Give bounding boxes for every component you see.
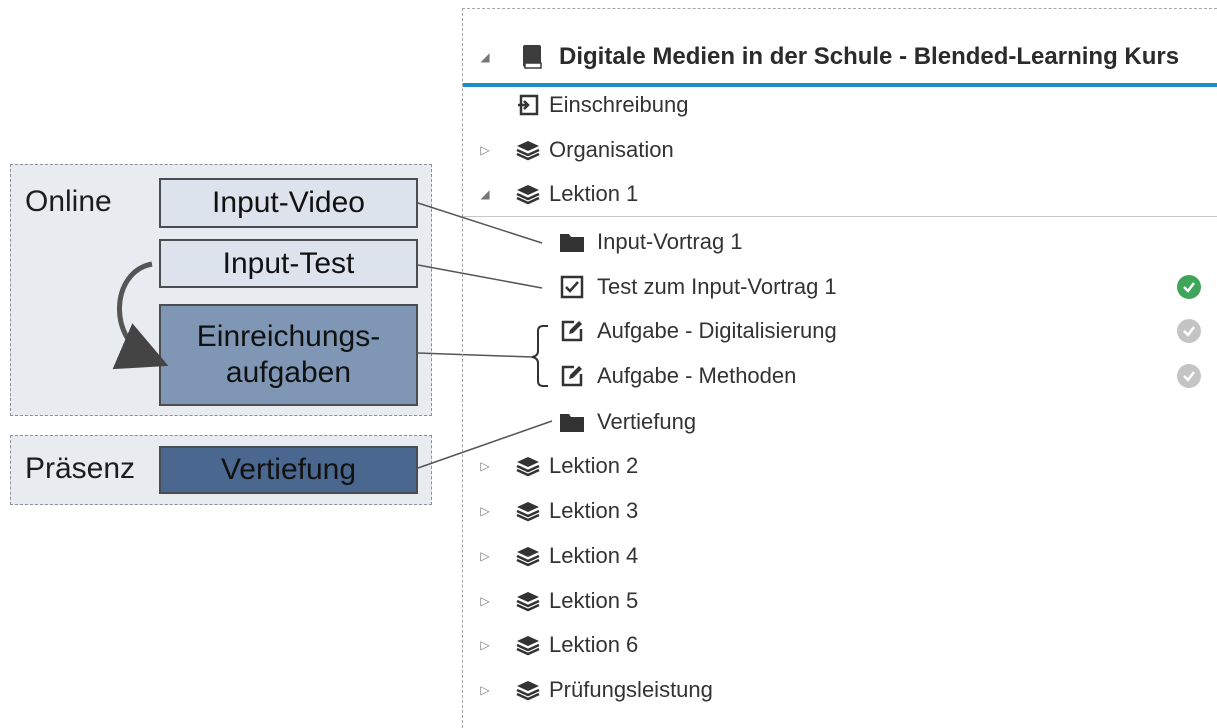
expand-triangle-icon[interactable]: ▷ xyxy=(478,143,492,157)
tree-item-label: Lektion 3 xyxy=(549,498,639,523)
layers-icon xyxy=(515,632,541,658)
tree-item-label: Lektion 1 xyxy=(549,181,639,206)
section-divider xyxy=(463,216,1217,217)
edit-icon xyxy=(559,318,585,344)
tree-item-lektion-3[interactable]: ▷ Lektion 3 xyxy=(463,491,1203,531)
tree-item-label: Vertiefung xyxy=(597,409,697,434)
status-open-icon xyxy=(1177,364,1201,388)
tree-item-aufgabe-methoden[interactable]: Aufgabe - Methoden xyxy=(463,356,1203,396)
tree-item-label: Einschreibung xyxy=(549,92,689,117)
tree-item-aufgabe-digitalisierung[interactable]: Aufgabe - Digitalisierung xyxy=(463,311,1203,351)
einreichung-line-1: Einreichungs- xyxy=(196,320,381,353)
expand-triangle-icon[interactable]: ▷ xyxy=(478,549,492,563)
tree-item-lektion-6[interactable]: ▷ Lektion 6 xyxy=(463,625,1203,665)
tree-item-lektion-1[interactable]: ◢ Lektion 1 xyxy=(463,174,1203,214)
tree-item-lektion-5[interactable]: ▷ Lektion 5 xyxy=(463,581,1203,621)
tree-item-organisation[interactable]: ▷ Organisation xyxy=(463,130,1203,170)
einreichung-line-2: aufgaben xyxy=(225,356,352,389)
book-icon xyxy=(519,44,545,70)
online-label: Online xyxy=(25,185,112,218)
input-video-box: Input-Video xyxy=(159,178,418,228)
praesenz-label: Präsenz xyxy=(25,452,136,485)
layers-icon xyxy=(515,453,541,479)
layers-icon xyxy=(515,588,541,614)
tree-item-pruefungsleistung[interactable]: ▷ Prüfungsleistung xyxy=(463,670,1203,710)
course-tree: ◢ Digitale Medien in der Schule - Blende… xyxy=(462,8,1217,728)
tree-item-vertiefung[interactable]: Vertiefung xyxy=(463,402,1203,442)
enrol-icon xyxy=(515,92,541,118)
tree-item-einschreibung[interactable]: Einschreibung xyxy=(463,85,1203,125)
expand-triangle-icon[interactable]: ▷ xyxy=(478,638,492,652)
edit-icon xyxy=(559,363,585,389)
layers-icon xyxy=(515,543,541,569)
layers-icon xyxy=(515,137,541,163)
tree-item-label: Lektion 6 xyxy=(549,632,639,657)
folder-icon xyxy=(559,229,585,255)
einreichungsaufgaben-box: Einreichungs- aufgaben xyxy=(159,304,418,406)
tree-item-lektion-4[interactable]: ▷ Lektion 4 xyxy=(463,536,1203,576)
folder-icon xyxy=(559,409,585,435)
tree-item-lektion-2[interactable]: ▷ Lektion 2 xyxy=(463,446,1203,486)
status-done-icon xyxy=(1177,275,1201,299)
input-test-box: Input-Test xyxy=(159,239,418,288)
tree-item-label: Test zum Input-Vortrag 1 xyxy=(597,274,837,299)
online-group: Online Input-Video Input-Test Einreichun… xyxy=(10,164,432,416)
tree-item-label: Aufgabe - Methoden xyxy=(597,363,797,388)
tree-item-input-vortrag-1[interactable]: Input-Vortrag 1 xyxy=(463,222,1203,262)
tree-item-test-input-vortrag-1[interactable]: Test zum Input-Vortrag 1 xyxy=(463,267,1203,307)
collapse-triangle-icon[interactable]: ◢ xyxy=(478,187,492,201)
expand-triangle-icon[interactable]: ▷ xyxy=(478,683,492,697)
praesenz-group: Präsenz Vertiefung xyxy=(10,435,432,505)
layers-icon xyxy=(515,181,541,207)
collapse-triangle-icon[interactable]: ◢ xyxy=(478,50,492,64)
tree-item-label: Prüfungsleistung xyxy=(549,677,713,702)
tree-item-label: Aufgabe - Digitalisierung xyxy=(597,318,837,343)
expand-triangle-icon[interactable]: ▷ xyxy=(478,459,492,473)
course-title: Digitale Medien in der Schule - Blended-… xyxy=(559,43,1180,70)
tree-item-label: Lektion 5 xyxy=(549,588,639,613)
tree-item-label: Lektion 4 xyxy=(549,543,639,568)
tree-item-label: Lektion 2 xyxy=(549,453,639,478)
tree-item-label: Input-Vortrag 1 xyxy=(597,229,743,254)
status-open-icon xyxy=(1177,319,1201,343)
expand-triangle-icon[interactable]: ▷ xyxy=(478,504,492,518)
expand-triangle-icon[interactable]: ▷ xyxy=(478,594,492,608)
course-title-row[interactable]: ◢ Digitale Medien in der Schule - Blende… xyxy=(463,37,1217,77)
tree-item-label: Organisation xyxy=(549,137,674,162)
layers-icon xyxy=(515,498,541,524)
checkbox-icon xyxy=(559,274,585,300)
vertiefung-box: Vertiefung xyxy=(159,446,418,494)
layers-icon xyxy=(515,677,541,703)
